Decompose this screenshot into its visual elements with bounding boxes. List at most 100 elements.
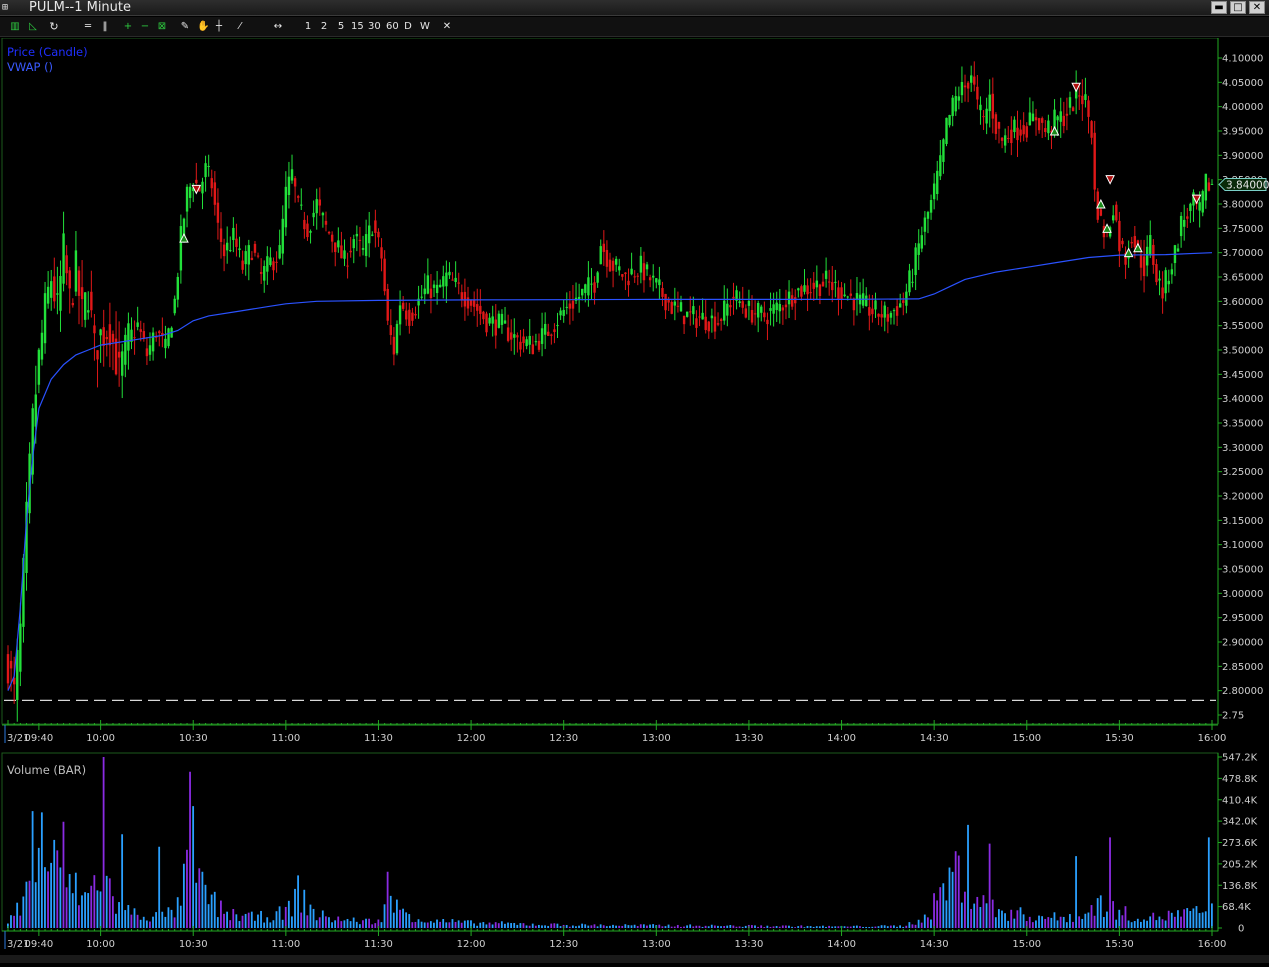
legend-price-candle[interactable]: Price (Candle) — [7, 45, 88, 59]
candle-body — [1068, 97, 1072, 108]
volume-bar — [334, 920, 337, 928]
chart-type-icon[interactable]: ▥ — [10, 19, 20, 35]
candle-body — [982, 116, 985, 118]
volume-bar — [933, 893, 935, 928]
volume-tick-label: 478.8K — [1222, 774, 1258, 785]
volume-bar — [973, 903, 976, 928]
volume-bar — [417, 919, 420, 928]
period-60-button[interactable]: 60 — [386, 19, 399, 35]
volume-bar — [87, 893, 90, 928]
legend-volume[interactable]: Volume (BAR) — [7, 763, 86, 777]
volume-bar — [997, 909, 1000, 928]
volume-bar — [136, 914, 139, 928]
legend-vwap[interactable]: VWAP () — [7, 60, 53, 74]
candle-body — [185, 186, 189, 212]
volume-bar — [28, 880, 31, 928]
volume-bar — [198, 868, 201, 928]
time-tick-label: 13:30 — [735, 939, 764, 950]
candle-body — [327, 232, 331, 234]
volume-bar — [1130, 922, 1133, 928]
volume-bar — [1050, 917, 1053, 928]
candle-body — [1093, 132, 1096, 190]
refresh-icon[interactable]: ↻ — [49, 19, 59, 35]
volume-bar — [565, 925, 568, 928]
volume-bar — [531, 923, 534, 928]
close-button[interactable]: ✕ — [1249, 1, 1265, 14]
volume-bar — [374, 923, 377, 928]
volume-bar — [710, 924, 713, 928]
candle-body — [1059, 111, 1062, 122]
volume-bar — [618, 925, 621, 928]
volume-y-axis[interactable]: 547.2K 478.8K 410.4K 342.0K 273.6K 205.2K 136.… — [1217, 753, 1258, 935]
volume-bar — [809, 926, 812, 928]
candle-body — [448, 271, 451, 276]
chart-area[interactable]: Price (Candle) VWAP () 4.10000 4.05000 4.0… — [0, 37, 1269, 963]
period-1-button[interactable]: 1 — [303, 19, 313, 35]
volume-panel[interactable]: Volume (BAR) 547.2K 478.8K 410.4K 342.0K 273… — [1, 752, 1258, 951]
bottom-scrollbar[interactable] — [0, 955, 1269, 963]
volume-bar — [769, 926, 772, 928]
price-tick-label: 2.85000 — [1222, 662, 1263, 673]
price-panel[interactable]: Price (Candle) VWAP () 4.10000 4.05000 4.0… — [1, 37, 1269, 744]
draw-pencil-icon[interactable]: ✎ — [180, 19, 190, 35]
volume-bar — [547, 925, 550, 928]
candle-body — [1161, 287, 1164, 299]
volume-bar — [784, 925, 787, 928]
crosshair-lines-icon[interactable]: ═ — [83, 19, 93, 35]
candle-body — [358, 239, 362, 241]
price-tick-label: 2.80000 — [1222, 686, 1263, 697]
period-2-button[interactable]: 2 — [319, 19, 329, 35]
volume-bar — [936, 900, 939, 928]
volume-bar — [1189, 911, 1192, 928]
volume-bar — [1183, 909, 1186, 928]
volume-bar — [247, 912, 250, 928]
candle-body — [364, 234, 368, 256]
price-tick-label: 3.60000 — [1222, 297, 1263, 308]
volume-bar — [275, 911, 278, 928]
candle-body — [309, 231, 312, 233]
price-tick-label: 4.00000 — [1222, 102, 1263, 113]
maximize-button[interactable]: □ — [1230, 1, 1246, 14]
period-weekly-button[interactable]: W — [420, 19, 430, 35]
period-15-button[interactable]: 15 — [351, 19, 364, 35]
volume-bar — [1112, 901, 1115, 928]
candle-body — [895, 306, 899, 316]
volume-bar — [886, 926, 889, 928]
pause-icon[interactable]: ‖ — [100, 19, 110, 35]
candle-body — [306, 223, 309, 238]
candle-body — [380, 247, 383, 259]
period-5-button[interactable]: 5 — [336, 19, 346, 35]
toolbar-close-button[interactable]: ✕ — [442, 19, 452, 35]
time-tick-label: 11:30 — [364, 733, 393, 744]
candle-body — [99, 329, 102, 336]
indicator-icon[interactable]: ◺ — [28, 19, 38, 35]
zoom-in-icon[interactable]: + — [123, 19, 133, 35]
zoom-out-icon[interactable]: − — [140, 19, 150, 35]
candle-body — [349, 250, 352, 253]
chart-canvas[interactable]: Price (Candle) VWAP () 4.10000 4.05000 4.0… — [0, 37, 1269, 963]
price-tick-label: 3.80000 — [1222, 200, 1263, 211]
volume-bar — [704, 925, 707, 928]
candle-body — [139, 329, 142, 332]
sell-signal-marker[interactable] — [1105, 175, 1115, 185]
period-daily-button[interactable]: D — [403, 19, 413, 35]
trendline-icon[interactable]: ⁄ — [235, 19, 245, 35]
volume-bar — [108, 878, 111, 928]
candle-body — [176, 276, 179, 300]
horizontal-resize-icon[interactable]: ↔ — [273, 19, 283, 35]
candle-body — [685, 311, 689, 317]
candle-body — [926, 212, 930, 219]
candle-body — [763, 312, 766, 318]
period-30-button[interactable]: 30 — [368, 19, 381, 35]
volume-bar — [683, 926, 685, 928]
price-y-axis[interactable]: 4.100004.050004.000003.950003.900003.850… — [1217, 38, 1263, 724]
candle-body — [729, 305, 732, 308]
volume-bar — [893, 925, 895, 928]
crosshair-icon[interactable]: ┼ — [214, 19, 224, 35]
volume-bar — [142, 916, 145, 928]
hand-pan-icon[interactable]: ✋ — [197, 19, 209, 35]
candle-body — [756, 302, 760, 318]
volume-bar — [707, 926, 710, 928]
fit-icon[interactable]: ⊠ — [157, 19, 167, 35]
minimize-button[interactable]: ▬ — [1211, 1, 1227, 14]
